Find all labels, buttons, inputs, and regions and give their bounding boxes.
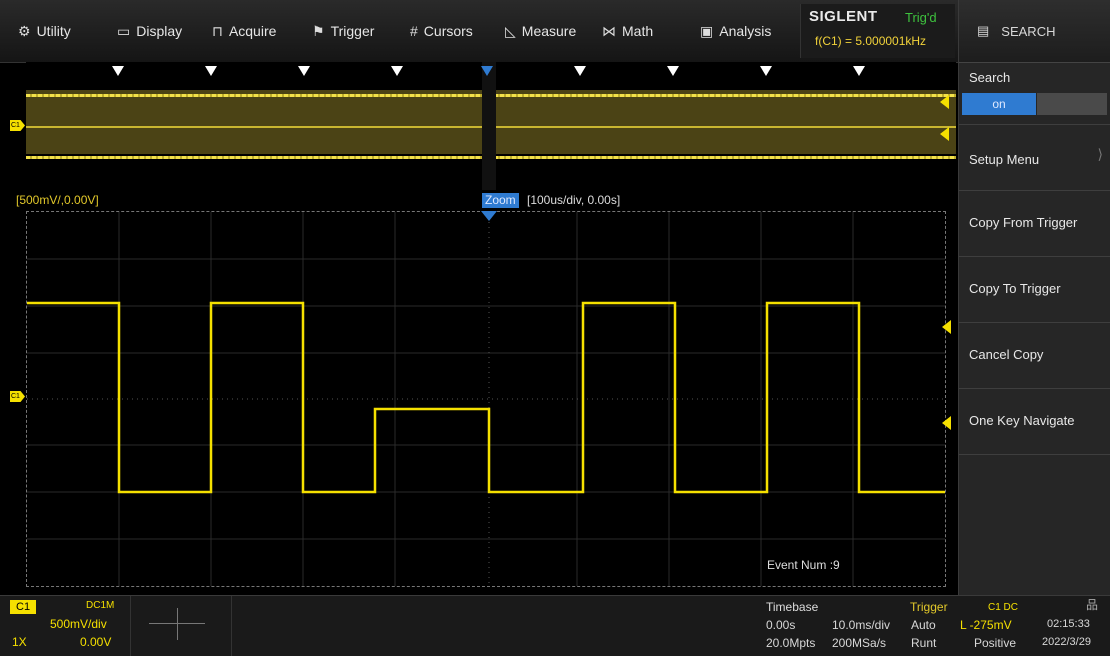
status-bar: C1 DC1M 500mV/div 1X 0.00V Timebase 0.00… xyxy=(0,595,1110,656)
menu-bar: ⚙ Utility ▭ Display ⊓ Acquire ⚑ Trigger # Cur… xyxy=(0,0,958,63)
search-off-state[interactable] xyxy=(1037,93,1107,115)
event-marker-icon xyxy=(853,66,865,76)
cancel-copy-button[interactable]: Cancel Copy xyxy=(959,322,1110,389)
copy-to-trigger-button[interactable]: Copy To Trigger xyxy=(959,256,1110,323)
event-marker-icon xyxy=(760,66,772,76)
timebase-scale: 10.0ms/div xyxy=(832,618,891,632)
timebase-label: Timebase xyxy=(766,600,819,614)
trigger-flag-icon: ⚑ xyxy=(312,22,325,39)
search-toggle[interactable]: Search on xyxy=(959,62,1110,125)
sample-rate: 200MSa/s xyxy=(832,636,887,650)
add-channel-button[interactable] xyxy=(130,596,232,656)
menu-trigger[interactable]: ⚑ Trigger xyxy=(312,0,374,62)
clock-date: 2022/3/29 xyxy=(1042,636,1091,648)
trigger-slope: Positive xyxy=(974,636,1017,650)
copy-from-trigger-button[interactable]: Copy From Trigger xyxy=(959,190,1110,257)
event-marker-icon xyxy=(112,66,124,76)
measure-icon: ◺ xyxy=(505,22,516,39)
channel1-coupling: DC1M xyxy=(86,600,115,611)
acquire-icon: ⊓ xyxy=(212,22,223,39)
overview-zoom-marker xyxy=(482,62,496,190)
channel1-button[interactable]: C1 xyxy=(10,600,37,614)
channel1-offset-marker: C1 xyxy=(10,391,25,402)
search-header[interactable]: ▤ SEARCH xyxy=(959,0,1110,63)
menu-cursors[interactable]: # Cursors xyxy=(410,0,473,62)
trigger-level: L -275mV xyxy=(960,618,1012,632)
waveform-svg xyxy=(27,212,945,586)
menu-utility[interactable]: ⚙ Utility xyxy=(18,0,71,62)
channel1-probe: 1X xyxy=(12,635,27,649)
network-icon: 品 xyxy=(1086,598,1099,612)
display-icon: ▭ xyxy=(117,22,131,39)
event-marker-icon xyxy=(391,66,403,76)
memory-depth: 20.0Mpts xyxy=(766,636,816,650)
level-marker-icon xyxy=(940,95,949,109)
timebase-delay: 0.00s xyxy=(766,618,796,632)
menu-math[interactable]: ⋈ Math xyxy=(602,0,653,62)
trigger-label: Trigger xyxy=(910,600,948,614)
overview-window xyxy=(26,62,956,190)
menu-acquire[interactable]: ⊓ Acquire xyxy=(212,0,276,62)
channel1-offset: 0.00V xyxy=(80,635,112,649)
trigger-source: C1 DC xyxy=(988,602,1019,613)
setup-menu-button[interactable]: Setup Menu ⟩ xyxy=(959,124,1110,191)
brand-status: SIGLENT Trig'd f(C1) = 5.000001kHz xyxy=(800,4,955,58)
clock-time: 02:15:33 xyxy=(1047,618,1090,630)
trigger-position-icon xyxy=(481,211,497,221)
frequency-readout: f(C1) = 5.000001kHz xyxy=(815,34,927,48)
zoom-timebase-label: [100us/div, 0.00s] xyxy=(527,193,621,207)
channel1-vdiv: 500mV/div xyxy=(50,617,107,631)
math-icon: ⋈ xyxy=(602,22,616,39)
siglent-logo: SIGLENT xyxy=(809,8,878,25)
event-marker-icon xyxy=(667,66,679,76)
menu-analysis[interactable]: ▣ Analysis xyxy=(700,0,771,62)
one-key-navigate-button[interactable]: One Key Navigate xyxy=(959,388,1110,455)
trigger-mode: Auto xyxy=(911,618,936,632)
cursors-icon: # xyxy=(410,23,418,39)
search-on-state[interactable]: on xyxy=(962,93,1036,115)
document-icon: ▤ xyxy=(977,23,990,38)
event-count: Event Num :9 xyxy=(767,558,840,572)
menu-measure[interactable]: ◺ Measure xyxy=(505,0,576,62)
waveform-grid[interactable]: Event Num :9 xyxy=(26,211,946,587)
event-marker-icon xyxy=(205,66,217,76)
level-marker-icon xyxy=(940,127,949,141)
menu-display[interactable]: ▭ Display xyxy=(117,0,182,62)
trigger-type: Runt xyxy=(911,636,937,650)
event-marker-icon xyxy=(574,66,586,76)
search-side-panel: ▤ SEARCH Search on Setup Menu ⟩ Copy From … xyxy=(958,0,1110,595)
channel1-trace xyxy=(27,301,945,494)
channel1-marker: C1 xyxy=(10,120,25,131)
trigger-position-icon xyxy=(481,66,493,76)
chevron-right-icon: ⟩ xyxy=(1097,146,1103,162)
event-marker-icon xyxy=(298,66,310,76)
trigger-status: Trig'd xyxy=(905,10,937,25)
gear-icon: ⚙ xyxy=(18,22,31,39)
vertical-scale-label: [500mV/,0.00V] xyxy=(16,193,99,207)
zoom-tag[interactable]: Zoom xyxy=(482,193,519,208)
trigger-level-icon xyxy=(942,416,951,430)
analysis-icon: ▣ xyxy=(700,22,714,39)
trigger-level-icon xyxy=(942,320,951,334)
